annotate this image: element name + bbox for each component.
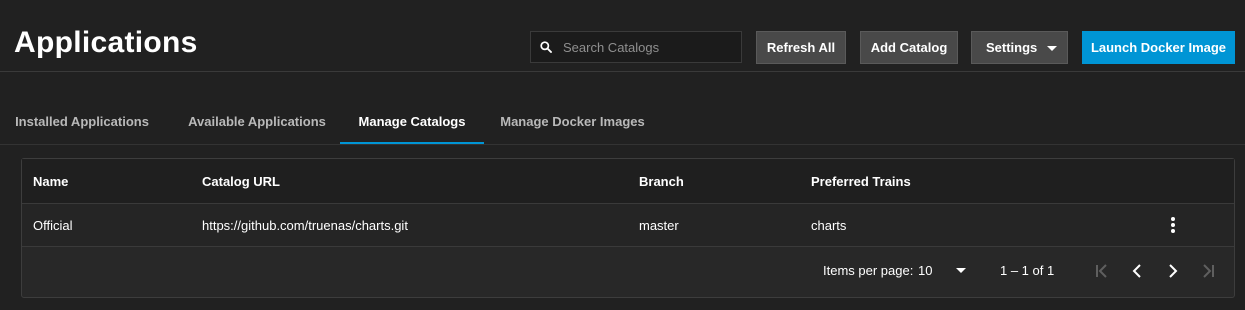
tab-manage-catalogs[interactable]: Manage Catalogs [340,100,484,142]
tab-installed-applications[interactable]: Installed Applications [7,100,157,142]
last-page-icon[interactable] [1197,260,1219,282]
search-icon [540,41,552,53]
search-input[interactable] [563,39,733,55]
paginator: Items per page: 10 1 – 1 of 1 [22,247,1234,297]
column-header-preferred-trains[interactable]: Preferred Trains [811,159,911,203]
items-per-page-value: 10 [918,263,933,278]
launch-docker-image-button[interactable]: Launch Docker Image [1082,31,1235,64]
page-title: Applications [14,26,198,59]
column-header-name[interactable]: Name [33,159,68,203]
column-header-catalog-url[interactable]: Catalog URL [202,159,280,203]
header-divider [0,71,1245,72]
chevron-down-icon [1047,46,1057,51]
tab-manage-docker-images[interactable]: Manage Docker Images [495,100,650,142]
table-row[interactable]: Official https://github.com/truenas/char… [22,204,1234,247]
table-header: Name Catalog URL Branch Preferred Trains [22,159,1234,204]
settings-button-label: Settings [986,40,1038,55]
next-page-icon[interactable] [1162,260,1184,282]
refresh-all-button[interactable]: Refresh All [756,31,846,64]
catalogs-table-card: Name Catalog URL Branch Preferred Trains… [21,158,1235,298]
settings-button[interactable]: Settings [971,31,1068,64]
add-catalog-button[interactable]: Add Catalog [860,31,958,64]
applications-page: Applications Refresh All Add Catalog Set… [0,0,1245,310]
more-options-icon[interactable] [1167,216,1179,234]
first-page-icon[interactable] [1091,260,1113,282]
cell-name: Official [33,217,73,233]
column-header-branch[interactable]: Branch [639,159,684,203]
tabs-divider [0,144,1245,145]
search-box[interactable] [530,31,742,63]
cell-catalog-url: https://github.com/truenas/charts.git [202,217,408,233]
previous-page-icon[interactable] [1126,260,1148,282]
cell-branch: master [639,217,679,233]
items-per-page-select[interactable]: 10 [918,263,968,278]
cell-preferred-trains: charts [811,217,847,233]
page-range-label: 1 – 1 of 1 [1000,263,1055,278]
items-per-page-label: Items per page: [823,263,914,278]
chevron-down-icon [956,268,966,273]
tab-available-applications[interactable]: Available Applications [185,100,329,142]
